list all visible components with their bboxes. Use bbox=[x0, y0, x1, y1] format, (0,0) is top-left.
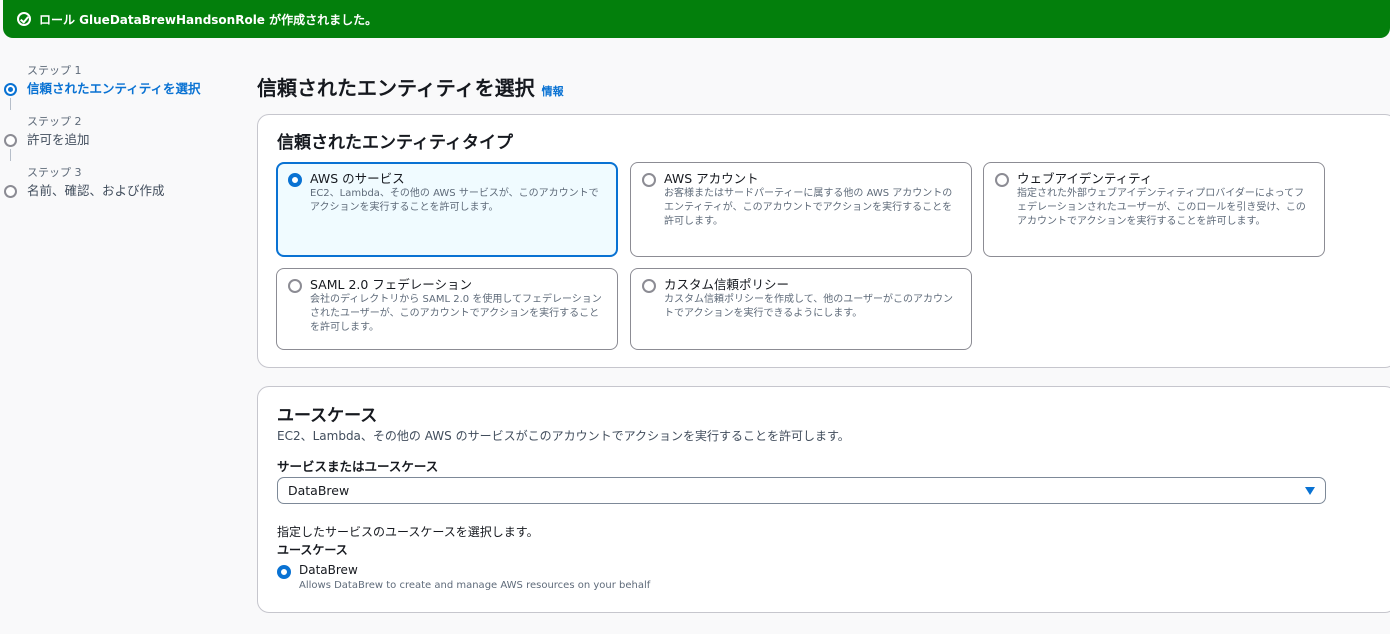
step-label: 名前、確認、および作成 bbox=[27, 183, 165, 198]
page-title-text: 信頼されたエンティティを選択 bbox=[257, 76, 535, 100]
option-desc: カスタム信頼ポリシーを作成して、他のユーザーがこのアカウントでアクションを実行で… bbox=[664, 294, 953, 319]
step-connector bbox=[10, 149, 11, 161]
radio-icon[interactable] bbox=[642, 173, 656, 187]
check-circle-icon bbox=[17, 12, 31, 26]
step-caption: ステップ 3 bbox=[27, 166, 82, 179]
use-case-description: EC2、Lambda、その他の AWS のサービスがこのアカウントでアクションを… bbox=[277, 429, 850, 443]
caret-down-icon bbox=[1305, 486, 1315, 495]
step-active-icon bbox=[4, 83, 17, 96]
option-title: AWS のサービス bbox=[310, 171, 405, 186]
flash-message: ロール GlueDataBrewHandsonRole が作成されました。 bbox=[39, 12, 378, 27]
option-desc: 指定された外部ウェブアイデンティティプロバイダーによってフェデレーションされたユ… bbox=[1017, 188, 1306, 227]
option-desc: 会社のディレクトリから SAML 2.0 を使用してフェデレーションされたユーザ… bbox=[310, 294, 602, 333]
use-case-hint: 指定したサービスのユースケースを選択します。 bbox=[277, 525, 539, 539]
step-pending-icon bbox=[4, 134, 17, 147]
radio-icon[interactable] bbox=[642, 279, 656, 293]
step-label: 信頼されたエンティティを選択 bbox=[27, 81, 201, 96]
step-connector bbox=[10, 98, 11, 110]
page-title: 信頼されたエンティティを選択 情報 bbox=[257, 72, 564, 101]
step-pending-icon bbox=[4, 185, 17, 198]
radio-icon[interactable] bbox=[995, 173, 1009, 187]
trusted-entity-type-panel: 信頼されたエンティティタイプ AWS のサービス EC2、Lambda、その他の… bbox=[257, 114, 1390, 368]
use-case-option-title: DataBrew bbox=[299, 563, 358, 577]
option-aws-account[interactable]: AWS アカウント お客様またはサードパーティーに属する他の AWS アカウント… bbox=[630, 162, 972, 257]
service-select[interactable]: DataBrew bbox=[277, 477, 1326, 504]
option-web-identity[interactable]: ウェブアイデンティティ 指定された外部ウェブアイデンティティプロバイダーによって… bbox=[983, 162, 1325, 257]
use-case-panel: ユースケース EC2、Lambda、その他の AWS のサービスがこのアカウント… bbox=[257, 386, 1390, 613]
option-title: AWS アカウント bbox=[664, 171, 759, 186]
service-select-value: DataBrew bbox=[288, 483, 350, 498]
option-custom-trust-policy[interactable]: カスタム信頼ポリシー カスタム信頼ポリシーを作成して、他のユーザーがこのアカウン… bbox=[630, 268, 972, 350]
option-saml-federation[interactable]: SAML 2.0 フェデレーション 会社のディレクトリから SAML 2.0 を… bbox=[276, 268, 618, 350]
step-1[interactable]: ステップ 1 信頼されたエンティティを選択 bbox=[0, 62, 240, 113]
wizard-steps: ステップ 1 信頼されたエンティティを選択 ステップ 2 許可を追加 ステップ … bbox=[0, 62, 240, 215]
radio-selected-icon[interactable] bbox=[277, 565, 291, 579]
service-field-label: サービスまたはユースケース bbox=[277, 459, 439, 474]
step-label: 許可を追加 bbox=[27, 132, 90, 147]
panel-heading: ユースケース bbox=[277, 406, 378, 426]
radio-selected-icon[interactable] bbox=[288, 173, 302, 187]
option-title: カスタム信頼ポリシー bbox=[664, 277, 790, 292]
option-aws-service[interactable]: AWS のサービス EC2、Lambda、その他の AWS サービスが、このアカ… bbox=[276, 162, 618, 257]
radio-icon[interactable] bbox=[288, 279, 302, 293]
option-desc: お客様またはサードパーティーに属する他の AWS アカウントのエンティティが、こ… bbox=[664, 188, 953, 227]
use-case-option-desc: Allows DataBrew to create and manage AWS… bbox=[299, 580, 651, 591]
option-title: ウェブアイデンティティ bbox=[1017, 171, 1153, 186]
option-desc: EC2、Lambda、その他の AWS サービスが、このアカウントでアクションを… bbox=[310, 188, 599, 213]
step-caption: ステップ 2 bbox=[27, 115, 82, 128]
step-2[interactable]: ステップ 2 許可を追加 bbox=[0, 113, 240, 164]
option-title: SAML 2.0 フェデレーション bbox=[310, 277, 473, 292]
panel-heading: 信頼されたエンティティタイプ bbox=[277, 133, 513, 153]
use-case-label: ユースケース bbox=[277, 543, 348, 557]
step-3[interactable]: ステップ 3 名前、確認、および作成 bbox=[0, 164, 240, 215]
step-caption: ステップ 1 bbox=[27, 64, 82, 77]
success-flash-bar: ロール GlueDataBrewHandsonRole が作成されました。 bbox=[3, 0, 1390, 38]
info-link[interactable]: 情報 bbox=[542, 83, 564, 99]
